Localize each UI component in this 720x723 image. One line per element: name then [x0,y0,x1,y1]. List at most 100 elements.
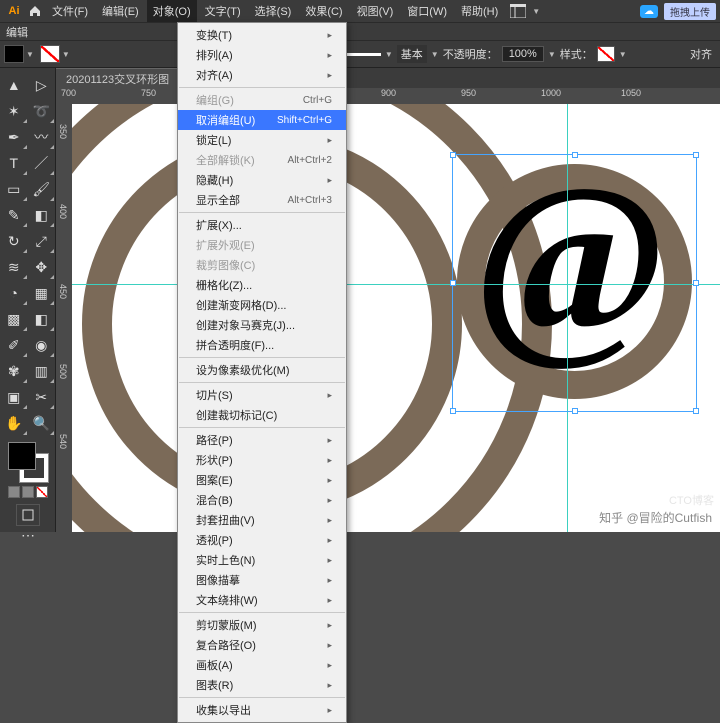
draw-mode[interactable] [16,504,40,526]
tool-lasso[interactable]: ➰ [28,98,56,124]
menu-item[interactable]: 栅格化(Z)... [178,275,346,295]
tool-width[interactable]: ≋ [0,254,28,280]
style-swatch[interactable] [597,46,615,62]
tool-perspective[interactable]: ▦ [28,280,56,306]
menu-item[interactable]: 复合路径(O)▸ [178,635,346,655]
document-tab[interactable]: 20201123交叉环形图 [56,68,179,89]
menu-item[interactable]: 画板(A)▸ [178,655,346,675]
menu-help[interactable]: 帮助(H) [455,0,504,22]
fill-color[interactable] [8,442,36,470]
tool-free-transform[interactable]: ✥ [28,254,56,280]
menu-item[interactable]: 对齐(A)▸ [178,65,346,85]
menu-item[interactable]: 图表(R)▸ [178,675,346,695]
menu-effect[interactable]: 效果(C) [299,0,348,22]
tool-hand[interactable]: ✋ [0,410,28,436]
menu-item[interactable]: 变换(T)▸ [178,25,346,45]
menu-item[interactable]: 封套扭曲(V)▸ [178,510,346,530]
menu-object[interactable]: 对象(O) [147,0,197,22]
color-mode-solid[interactable] [8,486,20,498]
tool-pen[interactable]: ✒ [0,124,28,150]
menu-item[interactable]: 透视(P)▸ [178,530,346,550]
menu-select[interactable]: 选择(S) [249,0,298,22]
menu-item[interactable]: 取消编组(U)Shift+Ctrl+G [178,110,346,130]
tool-mesh[interactable]: ▩ [0,306,28,332]
color-mode-gradient[interactable] [22,486,34,498]
tool-symbol-sprayer[interactable]: ✾ [0,358,28,384]
menu-window[interactable]: 窗口(W) [401,0,453,22]
tool-slice[interactable]: ✂ [28,384,56,410]
tool-magic-wand[interactable]: ✶ [0,98,28,124]
canvas[interactable]: @ [72,104,720,532]
tool-scale[interactable]: ⤢ [28,228,56,254]
stroke-dropdown[interactable]: ▼ [385,50,393,59]
menu-item[interactable]: 创建渐变网格(D)... [178,295,346,315]
style-label: 样式： [560,46,593,62]
layout-dropdown[interactable]: ▼ [532,7,540,16]
toolbox-more[interactable]: ⋯ [0,526,56,544]
fill-stroke-indicator[interactable] [8,442,48,482]
menu-item[interactable]: 显示全部Alt+Ctrl+3 [178,190,346,210]
resize-handle[interactable] [572,408,578,414]
resize-handle[interactable] [572,152,578,158]
fill-swatch[interactable]: ▼ [4,45,34,63]
menu-item[interactable]: 设为像素级优化(M) [178,360,346,380]
tool-artboard[interactable]: ▣ [0,384,28,410]
tool-zoom[interactable]: 🔍 [28,410,56,436]
menu-item[interactable]: 剪切蒙版(M)▸ [178,615,346,635]
menu-item[interactable]: 图像描摹▸ [178,570,346,590]
menu-item[interactable]: 锁定(L)▸ [178,130,346,150]
tool-rotate[interactable]: ↻ [0,228,28,254]
menu-item[interactable]: 拼合透明度(F)... [178,335,346,355]
tool-line[interactable]: ／ [28,150,56,176]
resize-handle[interactable] [450,280,456,286]
selection-bounding-box[interactable] [452,154,697,412]
tool-gradient[interactable]: ◧ [28,306,56,332]
menu-item[interactable]: 路径(P)▸ [178,430,346,450]
resize-handle[interactable] [693,152,699,158]
layout-icon[interactable] [506,4,530,18]
tool-graph[interactable]: ▥ [28,358,56,384]
opacity-dropdown[interactable]: ▼ [548,50,556,59]
tool-paintbrush[interactable]: 🖌 [28,176,56,202]
menu-edit[interactable]: 编辑(E) [96,0,145,22]
stroke-swatch[interactable]: ▼ [40,45,70,63]
cloud-icon[interactable]: ☁ [640,5,658,18]
menu-item[interactable]: 混合(B)▸ [178,490,346,510]
menu-file[interactable]: 文件(F) [46,0,94,22]
style-dropdown[interactable]: ▼ [619,50,627,59]
menu-item[interactable]: 收集以导出▸ [178,700,346,720]
tool-eyedropper[interactable]: ✐ [0,332,28,358]
resize-handle[interactable] [450,152,456,158]
tool-shape-builder[interactable]: ◔ [0,280,28,306]
tool-rectangle[interactable]: ▭ [0,176,28,202]
tool-eraser[interactable]: ◧ [28,202,56,228]
menu-type[interactable]: 文字(T) [199,0,247,22]
menu-item[interactable]: 排列(A)▸ [178,45,346,65]
menu-item[interactable]: 文本绕排(W)▸ [178,590,346,610]
brush-basic[interactable]: 基本 [397,45,427,63]
menu-item[interactable]: 切片(S)▸ [178,385,346,405]
tool-selection[interactable]: ▲ [0,72,28,98]
menu-view[interactable]: 视图(V) [351,0,400,22]
menu-item[interactable]: 扩展(X)... [178,215,346,235]
brush-dropdown[interactable]: ▼ [431,50,439,59]
upload-tip[interactable]: 拖拽上传 [664,3,716,20]
tool-direct-select[interactable]: ▷ [28,72,56,98]
resize-handle[interactable] [693,408,699,414]
color-mode-none[interactable] [36,486,48,498]
home-icon[interactable] [26,2,44,20]
align-label[interactable]: 对齐 [690,46,716,62]
tool-curvature[interactable]: 〰 [28,124,56,150]
menu-item[interactable]: 创建裁切标记(C) [178,405,346,425]
menu-item[interactable]: 图案(E)▸ [178,470,346,490]
opacity-input[interactable]: 100% [502,46,544,62]
menu-item[interactable]: 创建对象马赛克(J)... [178,315,346,335]
menu-item[interactable]: 形状(P)▸ [178,450,346,470]
resize-handle[interactable] [450,408,456,414]
tool-blend[interactable]: ◉ [28,332,56,358]
resize-handle[interactable] [693,280,699,286]
tool-type[interactable]: T [0,150,28,176]
menu-item[interactable]: 隐藏(H)▸ [178,170,346,190]
tool-shaper[interactable]: ✎ [0,202,28,228]
menu-item[interactable]: 实时上色(N)▸ [178,550,346,570]
